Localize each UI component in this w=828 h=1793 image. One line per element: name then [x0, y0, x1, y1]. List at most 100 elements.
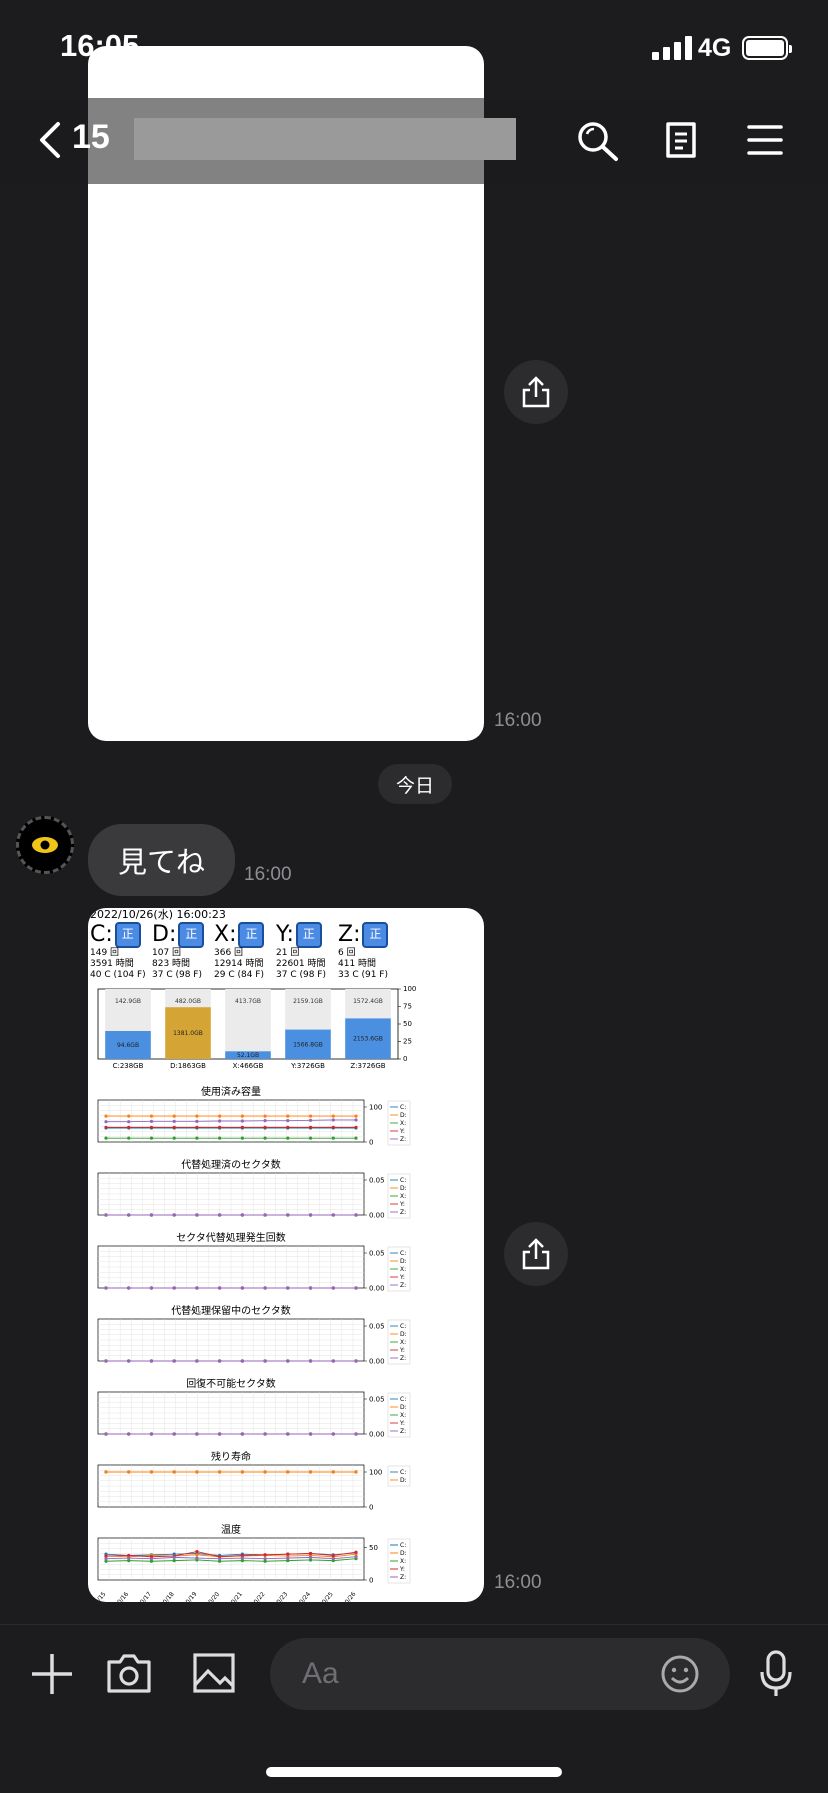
data-point	[195, 1119, 199, 1123]
drive-name: Z:	[338, 922, 361, 947]
category-label: X:466GB	[233, 1062, 264, 1070]
share-button[interactable]	[504, 1222, 568, 1286]
camera-button[interactable]	[106, 1652, 152, 1698]
legend-label: D:	[400, 1185, 407, 1192]
data-point	[263, 1125, 267, 1129]
share-button[interactable]	[504, 360, 568, 424]
drive-status: Y: 正 21 回 22601 時間 37 C (98 F)	[276, 922, 338, 981]
data-point	[195, 1432, 199, 1436]
data-point	[195, 1556, 199, 1560]
data-point	[263, 1553, 267, 1557]
search-icon[interactable]	[576, 120, 620, 166]
back-button[interactable]	[36, 120, 62, 164]
y-tick-label: 0	[403, 1055, 407, 1063]
drive-temp: 29 C (84 F)	[214, 970, 264, 980]
data-point	[104, 1213, 108, 1217]
data-point	[127, 1432, 131, 1436]
data-point	[218, 1359, 222, 1363]
microphone-icon	[760, 1650, 792, 1696]
data-point	[149, 1136, 154, 1140]
y-tick-label: 0.00	[369, 1212, 385, 1220]
data-point	[149, 1470, 154, 1474]
data-point	[104, 1557, 108, 1561]
data-point	[172, 1125, 176, 1129]
plus-button[interactable]	[30, 1652, 74, 1700]
legend-label: Z:	[400, 1282, 406, 1289]
data-point	[195, 1114, 199, 1118]
image-icon	[193, 1653, 235, 1693]
legend-label: X:	[400, 1120, 406, 1127]
x-tick-label: 2022/10/18	[148, 1591, 176, 1602]
text-message[interactable]: 見てね	[88, 824, 236, 896]
data-point	[218, 1125, 222, 1129]
panel-title: 使用済み容量	[201, 1087, 261, 1098]
drive-status: X: 正 366 回 12914 時間 29 C (84 F)	[214, 922, 276, 981]
microphone-button[interactable]	[758, 1650, 794, 1702]
legend-label: Z:	[400, 1574, 406, 1581]
data-point	[104, 1120, 108, 1124]
drive-temp: 33 C (91 F)	[338, 970, 388, 980]
camera-icon	[107, 1654, 151, 1693]
health-badge: 正	[178, 922, 205, 948]
legend-label: X:	[400, 1193, 406, 1200]
category-label: C:238GB	[113, 1062, 144, 1070]
data-point	[308, 1555, 313, 1559]
y-tick-label: 75	[403, 1003, 412, 1011]
legend-label: D:	[400, 1331, 407, 1338]
free-bar	[285, 989, 331, 1030]
free-label: 413.7GB	[235, 998, 261, 1005]
menu-icon[interactable]	[746, 120, 784, 164]
used-label: 94.6GB	[117, 1042, 139, 1049]
data-point	[149, 1119, 154, 1123]
x-tick-label: 2022/10/24	[284, 1591, 312, 1602]
data-point	[308, 1118, 313, 1122]
data-point	[172, 1359, 176, 1363]
data-point	[149, 1125, 154, 1129]
data-point	[240, 1359, 244, 1363]
notes-icon[interactable]	[664, 120, 698, 164]
legend-label: Z:	[400, 1355, 406, 1362]
chat-title-redacted[interactable]	[134, 118, 516, 160]
image-message-2[interactable]: 2022/10/26(水) 16:00:23 C: 正 149 回 3591 時間 40 …	[88, 908, 484, 1602]
message-input[interactable]	[300, 1656, 644, 1692]
battery-icon	[742, 36, 792, 60]
drive-count: 149 回	[90, 948, 120, 958]
message-input-container[interactable]	[270, 1638, 730, 1710]
data-point	[308, 1136, 313, 1140]
data-point	[240, 1213, 244, 1217]
data-point	[149, 1286, 154, 1290]
data-point	[172, 1432, 176, 1436]
data-point	[127, 1286, 131, 1290]
data-point	[308, 1432, 313, 1436]
legend-label: C:	[400, 1469, 406, 1476]
data-point	[195, 1553, 199, 1557]
drive-hours: 823 時間	[152, 959, 191, 969]
data-point	[149, 1432, 154, 1436]
data-point	[286, 1286, 290, 1290]
data-point	[331, 1359, 335, 1363]
data-point	[195, 1286, 199, 1290]
data-point	[331, 1557, 335, 1561]
data-point	[218, 1213, 222, 1217]
data-point	[286, 1470, 290, 1474]
data-point	[286, 1114, 290, 1118]
data-point	[263, 1432, 267, 1436]
date-separator: 今日	[378, 764, 452, 804]
data-point	[263, 1119, 267, 1123]
data-point	[127, 1120, 131, 1124]
data-point	[104, 1470, 108, 1474]
unread-count[interactable]: 15	[72, 118, 110, 157]
data-point	[354, 1555, 358, 1559]
drive-temp: 37 C (98 F)	[152, 970, 202, 980]
data-point	[308, 1114, 313, 1118]
image-button[interactable]	[192, 1652, 236, 1698]
data-point	[331, 1470, 335, 1474]
data-point	[218, 1557, 222, 1561]
legend-label: Y:	[399, 1420, 405, 1427]
line-chart-panel: 0.00 0.05 C:D:X:Y:Z:	[97, 1391, 411, 1439]
emoji-icon[interactable]	[660, 1654, 700, 1694]
eye-icon	[32, 837, 58, 853]
legend-label: C:	[400, 1542, 406, 1549]
data-point	[172, 1119, 176, 1123]
avatar[interactable]	[16, 816, 74, 874]
